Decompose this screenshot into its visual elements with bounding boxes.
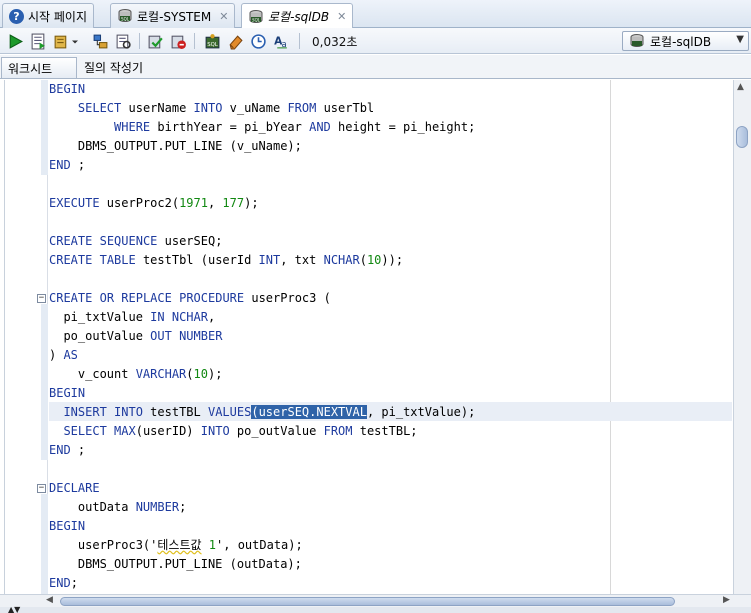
code-line: pi_txtValue IN NCHAR, (49, 310, 216, 324)
sql-tuning-button[interactable]: SQL (203, 32, 221, 50)
fold-collapse-icon[interactable]: − (37, 484, 46, 493)
right-margin-guide (610, 80, 611, 594)
connection-label: 로컬-sqlDB (650, 34, 712, 49)
chevron-down-icon (72, 40, 78, 43)
fold-range (41, 494, 48, 594)
horizontal-scrollbar[interactable]: ◀ ▶ (0, 594, 751, 607)
tab-label: 로컬-sqlDB (268, 10, 330, 24)
autotrace-icon (116, 34, 131, 49)
worksheet-toolbar: SQL Aa 0,032초 로컬-sqlDB ▼ (0, 28, 751, 54)
splitter-bar[interactable] (0, 607, 751, 613)
sql-db-icon: SQL (117, 8, 133, 24)
scroll-left-icon[interactable]: ◀ (46, 595, 53, 605)
code-line: SELECT MAX(userID) INTO po_outValue FROM… (63, 424, 418, 438)
check-db-icon (148, 35, 163, 48)
toolbar-separator (299, 33, 300, 49)
help-icon: ? (9, 8, 24, 24)
fold-range (41, 304, 48, 460)
eraser-icon (229, 34, 243, 49)
run-statement-button[interactable] (6, 32, 24, 50)
database-icon (54, 35, 66, 48)
editor-tab-bar: ? 시작 페이지 SQL 로컬-SYSTEM ✕ SQL 로컬-sqlDB ✕ (0, 0, 751, 29)
code-line: CREATE TABLE testTbl (userId INT, txt NC… (49, 253, 404, 267)
code-line: WHERE birthYear = pi_bYear AND height = … (114, 120, 476, 134)
code-line: CREATE OR REPLACE PROCEDURE userProc3 ( (49, 291, 331, 305)
sql-tuning-icon: SQL (205, 33, 219, 48)
code-line: v_count VARCHAR(10); (49, 367, 223, 381)
worksheet-subtabs: 워크시트 질의 작성기 (0, 55, 751, 79)
code-line: EXECUTE userProc2(1971, 177); (49, 196, 259, 210)
code-line: CREATE SEQUENCE userSEQ; (49, 234, 223, 248)
code-line: DBMS_OUTPUT.PUT_LINE (v_uName); (49, 139, 302, 153)
tab-worksheet[interactable]: 워크시트 (1, 57, 77, 78)
sql-db-icon: SQL (248, 9, 264, 25)
rollback-button[interactable] (169, 32, 187, 50)
code-line: ) AS (49, 348, 78, 362)
commit-transaction-button[interactable] (146, 32, 164, 50)
vertical-scroll-thumb[interactable] (736, 126, 748, 148)
history-icon (250, 33, 266, 49)
sql-editor[interactable]: − − BEGIN SELECT userName INTO v_uName F… (4, 80, 732, 594)
rollback-icon (171, 35, 186, 49)
explain-plan-button[interactable] (91, 32, 109, 50)
code-line: BEGIN (49, 386, 86, 400)
code-line: outData NUMBER; (49, 500, 187, 514)
code-line: END ; (49, 158, 86, 172)
toolbar-separator (139, 33, 140, 49)
svg-text:SQL: SQL (207, 41, 218, 47)
svg-text:SQL: SQL (252, 17, 260, 22)
close-icon[interactable]: ✕ (219, 10, 228, 23)
scroll-right-icon[interactable]: ▶ (723, 595, 730, 605)
code-line: DBMS_OUTPUT.PUT_LINE (outData); (49, 557, 302, 571)
clear-button[interactable] (226, 32, 244, 50)
code-line: DECLARE (49, 481, 100, 495)
tab-label: 시작 페이지 (28, 9, 88, 24)
change-case-button[interactable]: Aa (272, 32, 290, 50)
autotrace-button[interactable] (114, 32, 132, 50)
tab-query-builder[interactable]: 질의 작성기 (78, 57, 149, 78)
tab-local-system[interactable]: SQL 로컬-SYSTEM ✕ (110, 3, 236, 28)
chevron-down-icon: ▼ (736, 34, 744, 45)
script-icon (31, 33, 45, 49)
elapsed-time-label: 0,032초 (312, 35, 358, 49)
tab-label: 로컬-SYSTEM (137, 9, 212, 24)
connection-select[interactable]: 로컬-sqlDB ▼ (622, 31, 749, 51)
tab-local-sqldb[interactable]: SQL 로컬-sqlDB ✕ (241, 3, 354, 29)
horizontal-scroll-thumb[interactable] (60, 597, 675, 606)
change-case-icon: Aa (274, 34, 287, 49)
vertical-scrollbar[interactable]: ▲ (733, 80, 751, 594)
text-selection: (userSEQ.NEXTVAL (251, 405, 367, 419)
code-line: SELECT userName INTO v_uName FROM userTb… (77, 101, 375, 115)
run-script-button[interactable] (29, 32, 47, 50)
svg-text:SQL: SQL (121, 16, 130, 21)
code-line: userProc3('테스트값 1', outData); (49, 538, 303, 552)
tab-label: 질의 작성기 (84, 61, 144, 75)
sql-db-icon (629, 33, 645, 49)
split-handle-icon[interactable]: ▲▼ (8, 605, 20, 613)
fold-collapse-icon[interactable]: − (37, 294, 46, 303)
code-line: END; (49, 576, 78, 590)
toolbar-separator (194, 33, 195, 49)
code-line: BEGIN (49, 519, 86, 533)
play-icon (9, 33, 23, 49)
code-line: po_outValue OUT NUMBER (49, 329, 223, 343)
code-line: BEGIN (49, 82, 86, 96)
explain-plan-icon (93, 34, 107, 48)
code-line: INSERT INTO testTBL VALUES(userSEQ.NEXTV… (63, 405, 476, 419)
code-line: END ; (49, 443, 86, 457)
scroll-up-icon[interactable]: ▲ (737, 82, 744, 92)
commit-dropdown[interactable] (70, 32, 80, 50)
close-icon[interactable]: ✕ (337, 10, 346, 23)
sql-history-button[interactable] (249, 32, 267, 50)
tab-label: 워크시트 (8, 61, 53, 76)
fold-range (41, 80, 48, 175)
commit-button[interactable] (52, 32, 70, 50)
tab-start-page[interactable]: ? 시작 페이지 (2, 3, 95, 28)
